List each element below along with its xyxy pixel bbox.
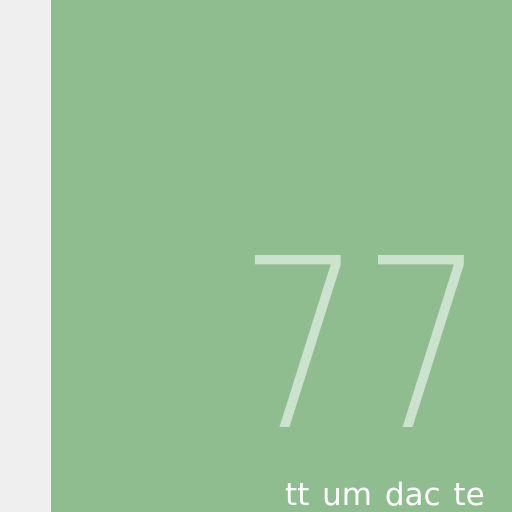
screen: 77 tt um dac te (0, 0, 512, 512)
stat-caption: tt um dac te (285, 477, 485, 512)
stat-tile[interactable]: 77 tt um dac te (51, 0, 512, 512)
stat-value: 77 (239, 208, 486, 483)
